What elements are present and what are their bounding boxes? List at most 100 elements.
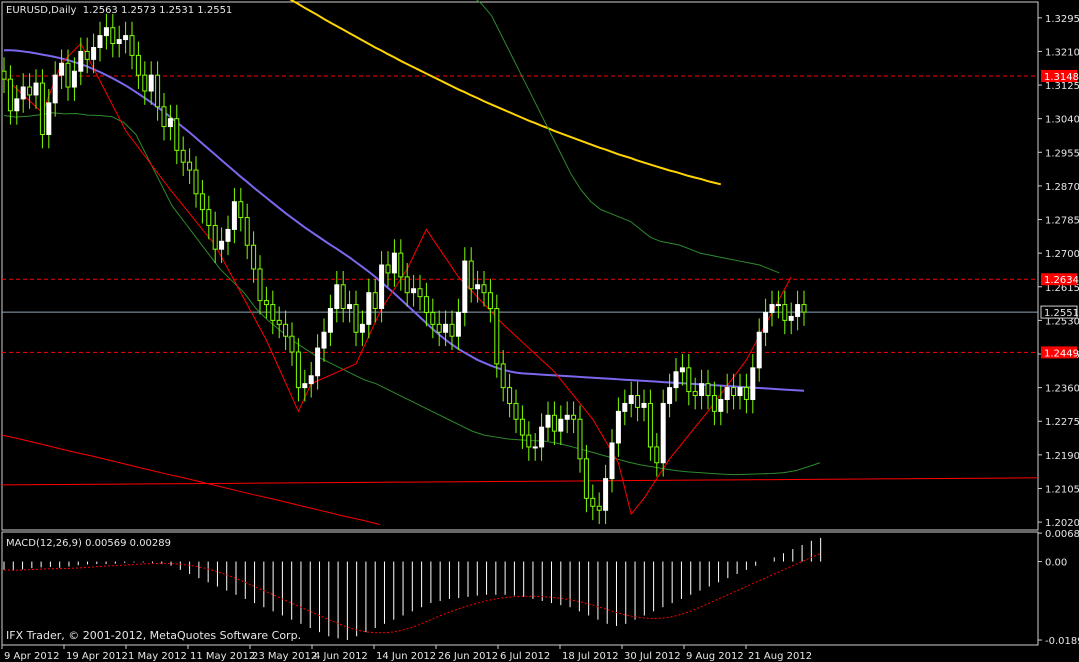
date-label: 23 May 2012 [252, 651, 317, 662]
candle-body [71, 70, 77, 88]
candle-body [347, 304, 353, 310]
candle-body [756, 331, 762, 369]
candle-body [20, 86, 26, 100]
candle-body [475, 284, 481, 290]
candle-body [635, 395, 641, 408]
candle-body [763, 311, 769, 333]
candle-body [449, 323, 455, 337]
candle-body [27, 86, 33, 96]
candle-body [33, 82, 39, 96]
candle-body [718, 398, 724, 412]
candle-body [379, 264, 385, 310]
candle-body [155, 74, 161, 108]
candle-body [539, 426, 545, 448]
candle-body [705, 383, 711, 397]
candle-body [686, 367, 692, 393]
candle-body [743, 387, 749, 400]
candle-body [385, 264, 391, 274]
candle-body [417, 288, 423, 298]
overlay-series-3 [1, 434, 381, 525]
candle-body [206, 209, 212, 226]
candle-body [513, 402, 519, 420]
candle-body [667, 387, 673, 404]
candle-body [84, 50, 90, 60]
candle-body [526, 434, 532, 448]
candle-body [654, 446, 660, 464]
candle-body [238, 201, 244, 219]
price-tick-label: 1.3210 [1045, 47, 1079, 58]
candle-body [187, 161, 193, 171]
candle-body [583, 458, 589, 499]
candle-body [788, 315, 794, 321]
candle-body [571, 414, 577, 420]
candle-body [244, 217, 250, 246]
price-tick-label: 1.2785 [1045, 216, 1079, 227]
candle-body [372, 292, 378, 310]
candle-body [481, 284, 487, 294]
level-label: 1.3148 [1044, 72, 1079, 83]
candle-body [795, 304, 801, 317]
candle-body [423, 296, 429, 313]
candle-body [161, 106, 167, 128]
candle-body [283, 323, 289, 337]
candle-body [276, 319, 282, 325]
candle-body [769, 304, 775, 313]
candle-body [65, 62, 71, 88]
price-tick-label: 1.2700 [1045, 249, 1079, 260]
price-tick-label: 1.3295 [1045, 14, 1079, 25]
candle-body [679, 367, 685, 373]
candle-body [660, 402, 666, 464]
macd-title: MACD(12,26,9) 0.00569 0.00289 [6, 538, 172, 549]
candle-body [468, 260, 474, 290]
candle-body [359, 323, 365, 333]
candle-body [782, 304, 788, 321]
level-label: 1.2449 [1044, 348, 1079, 359]
candle-body [724, 387, 730, 400]
candle-body [430, 311, 436, 325]
candle-body [1, 70, 7, 80]
candle-body [775, 304, 781, 307]
candle-body [596, 505, 602, 511]
candle-body [142, 74, 148, 92]
candle-body [180, 149, 186, 163]
candle-body [500, 363, 506, 389]
candle-body [455, 311, 461, 337]
price-tick-label: 1.2190 [1045, 451, 1079, 462]
candle-body [641, 402, 647, 408]
candle-body [46, 102, 52, 135]
macd-tick-label: 0.00686 [1045, 529, 1079, 540]
candle-body [699, 383, 705, 397]
candle-body [532, 446, 538, 449]
candle-body [340, 284, 346, 310]
chart-canvas[interactable]: 1.32951.32101.31251.30401.29551.28701.27… [0, 0, 1079, 662]
date-label: 26 Jun 2012 [438, 651, 498, 662]
candle-body [628, 395, 634, 404]
date-label: 9 Aug 2012 [686, 651, 744, 662]
price-tick-label: 1.2955 [1045, 148, 1079, 159]
candle-body [148, 74, 154, 92]
ohlc-values: 1.2563 1.2573 1.2531 1.2551 [82, 5, 233, 16]
candle-body [436, 323, 442, 333]
candle-body [91, 46, 97, 60]
candle-body [750, 367, 756, 400]
candle-body [103, 27, 109, 37]
overlay-series-2 [1, 477, 1039, 486]
candle-body [673, 371, 679, 389]
date-label: 9 Apr 2012 [4, 651, 59, 662]
candle-body [123, 35, 129, 41]
overlay-series-1 [4, 49, 805, 392]
current-price-label: 1.2551 [1044, 308, 1079, 319]
candle-body [308, 375, 314, 385]
candle-body [577, 418, 583, 460]
candle-body [731, 387, 737, 397]
candle-body [78, 50, 84, 72]
macd-tick-label: -0.0189 [1045, 636, 1079, 647]
price-tick-label: 1.3040 [1045, 115, 1079, 126]
candle-body [7, 78, 13, 112]
candle-body [353, 304, 359, 333]
chart-title: EURUSD,Daily 1.2563 1.2573 1.2531 1.2551 [6, 5, 232, 16]
candle-body [334, 284, 340, 310]
candle-body [801, 304, 807, 313]
candle-body [212, 224, 218, 250]
candle-body [315, 347, 321, 377]
